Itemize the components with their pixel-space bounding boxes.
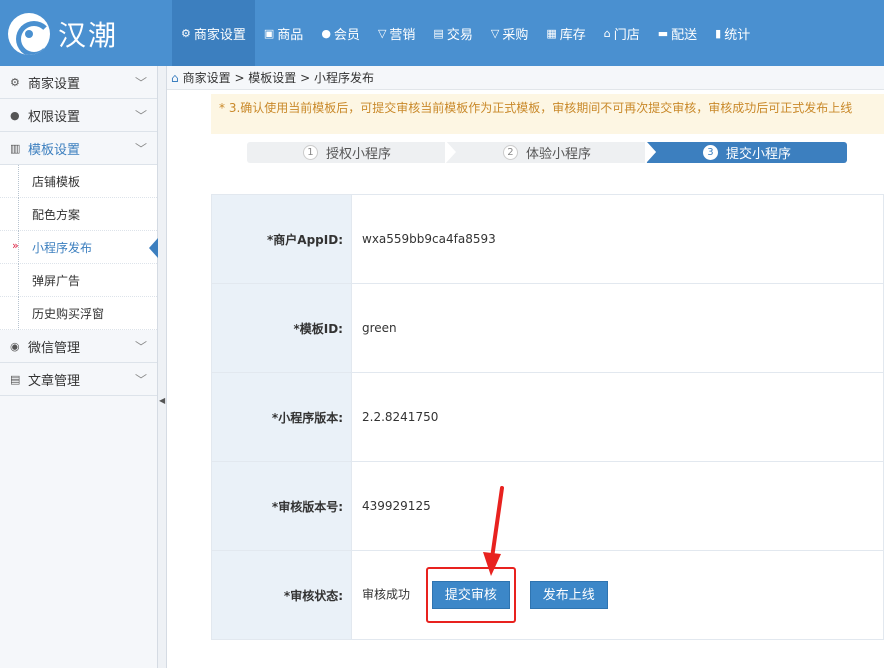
sidebar: ⚙ 商家设置 ﹀ ● 权限设置 ﹀ ▥ 模板设置 ﹀ 店铺模板 配色方案 » 小…: [0, 66, 158, 668]
submit-audit-button[interactable]: 提交审核: [431, 581, 510, 609]
chevron-down-icon: ﹀: [134, 340, 147, 354]
form-row-audit-status: *审核状态: 审核成功 提交审核 发布上线: [211, 550, 884, 640]
sidebar-item-popup-ads[interactable]: 弹屏广告: [0, 264, 157, 297]
step-submit: 3 提交小程序: [647, 142, 847, 163]
form-row-template: *模板ID: green: [211, 283, 884, 373]
nav-purchase[interactable]: ▽ 采购: [482, 0, 537, 66]
form-row-audit-number: *审核版本号: 439929125: [211, 461, 884, 551]
breadcrumb-text: 商家设置 > 模板设置 > 小程序发布: [182, 71, 374, 85]
step-number: 3: [702, 145, 718, 160]
step-separator-icon: [445, 140, 456, 164]
sidebar-group-permissions[interactable]: ● 权限设置 ﹀: [0, 99, 157, 132]
top-bar: 汉潮 ⚙ 商家设置 ▣ 商品 ● 会员 ▽ 营销 ▤ 交易 ▽ 采购 ▦ 库存 ⌂ 门店 ▬ 配送…: [0, 0, 884, 66]
nav-delivery[interactable]: ▬ 配送: [649, 0, 706, 66]
sidebar-collapse-toggle[interactable]: ◀: [158, 66, 167, 668]
step-number: 2: [502, 145, 518, 160]
template-id-value: green: [351, 283, 884, 373]
version-value: 2.2.8241750: [351, 372, 884, 462]
audit-number-label: *审核版本号:: [211, 461, 352, 551]
home-icon[interactable]: ⌂: [171, 71, 179, 85]
main-content: * 3.确认使用当前模板后，可提交审核当前模板作为正式模板，审核期间不可再次提交…: [167, 90, 884, 668]
wechat-icon: ◉: [10, 339, 20, 353]
nav-stores[interactable]: ⌂ 门店: [595, 0, 649, 66]
audit-status-cell: 审核成功 提交审核 发布上线: [351, 550, 884, 640]
sidebar-item-color-scheme[interactable]: 配色方案: [0, 198, 157, 231]
brand-name: 汉潮: [58, 19, 119, 52]
chevron-down-icon: ﹀: [134, 142, 147, 156]
form-row-version: *小程序版本: 2.2.8241750: [211, 372, 884, 462]
double-chevron-icon: »: [12, 239, 19, 252]
step-number: 1: [302, 145, 318, 160]
notice-banner: * 3.确认使用当前模板后，可提交审核当前模板作为正式模板，审核期间不可再次提交…: [211, 94, 884, 134]
audit-status-value: 审核成功: [362, 587, 411, 602]
inventory-icon: ▦: [546, 26, 557, 40]
sidebar-group-templates[interactable]: ▥ 模板设置 ﹀: [0, 132, 157, 165]
article-icon: ▤: [10, 372, 21, 386]
brand-logo[interactable]: 汉潮: [8, 12, 158, 56]
gear-icon: ⚙: [181, 26, 191, 40]
step-separator-icon: [645, 140, 656, 164]
chart-icon: ▮: [715, 26, 722, 40]
breadcrumb: ⌂ 商家设置 > 模板设置 > 小程序发布: [167, 66, 884, 90]
step-authorize: 1 授权小程序: [247, 140, 456, 164]
gear-icon: ⚙: [10, 75, 20, 89]
nav-marketing[interactable]: ▽ 营销: [369, 0, 424, 66]
chevron-down-icon: ﹀: [134, 109, 147, 123]
sidebar-item-store-template[interactable]: 店铺模板: [0, 165, 157, 198]
publish-form: *商户AppID: wxa559bb9ca4fa8593 *模板ID: gree…: [211, 194, 884, 640]
sidebar-item-purchase-float[interactable]: 历史购买浮窗: [0, 297, 157, 330]
home-icon: ⌂: [603, 26, 611, 40]
active-pointer-icon: [149, 238, 158, 258]
step-experience: 2 体验小程序: [447, 140, 656, 164]
annotation-arrow-icon: [483, 486, 504, 576]
nav-members[interactable]: ● 会员: [312, 0, 369, 66]
chevron-down-icon: ﹀: [134, 76, 147, 90]
sidebar-group-articles[interactable]: ▤ 文章管理 ﹀: [0, 363, 157, 396]
nav-goods[interactable]: ▣ 商品: [255, 0, 312, 66]
delivery-icon: ▬: [657, 26, 669, 40]
publish-online-button[interactable]: 发布上线: [529, 581, 608, 609]
audit-number-value: 439929125: [351, 461, 884, 551]
purchase-icon: ▽: [490, 26, 500, 40]
chevron-down-icon: ﹀: [134, 373, 147, 387]
key-icon: ●: [10, 108, 20, 122]
sidebar-item-miniprogram-publish[interactable]: » 小程序发布: [0, 231, 158, 264]
step-progress: 1 授权小程序 2 体验小程序 3 提交小程序: [247, 140, 847, 164]
template-id-label: *模板ID:: [211, 283, 352, 373]
audit-status-label: *审核状态:: [211, 550, 352, 640]
caret-left-icon: ◀: [159, 396, 166, 405]
nav-stats[interactable]: ▮ 统计: [706, 0, 759, 66]
appid-value: wxa559bb9ca4fa8593: [351, 194, 884, 284]
sidebar-group-merchant-settings[interactable]: ⚙ 商家设置 ﹀: [0, 66, 157, 99]
form-row-appid: *商户AppID: wxa559bb9ca4fa8593: [211, 194, 884, 284]
logo-icon: [8, 13, 50, 55]
goods-icon: ▣: [263, 26, 275, 40]
template-icon: ▥: [10, 141, 21, 155]
sidebar-group-wechat[interactable]: ◉ 微信管理 ﹀: [0, 330, 157, 363]
version-label: *小程序版本:: [211, 372, 352, 462]
main-nav: ⚙ 商家设置 ▣ 商品 ● 会员 ▽ 营销 ▤ 交易 ▽ 采购 ▦ 库存 ⌂ 门店 ▬ 配送 ▮ 统…: [172, 0, 759, 66]
marketing-icon: ▽: [377, 26, 387, 40]
user-icon: ●: [321, 26, 331, 40]
trade-icon: ▤: [433, 26, 444, 40]
appid-label: *商户AppID:: [211, 194, 352, 284]
nav-trade[interactable]: ▤ 交易: [424, 0, 481, 66]
nav-merchant-settings[interactable]: ⚙ 商家设置: [172, 0, 255, 66]
nav-inventory[interactable]: ▦ 库存: [537, 0, 594, 66]
